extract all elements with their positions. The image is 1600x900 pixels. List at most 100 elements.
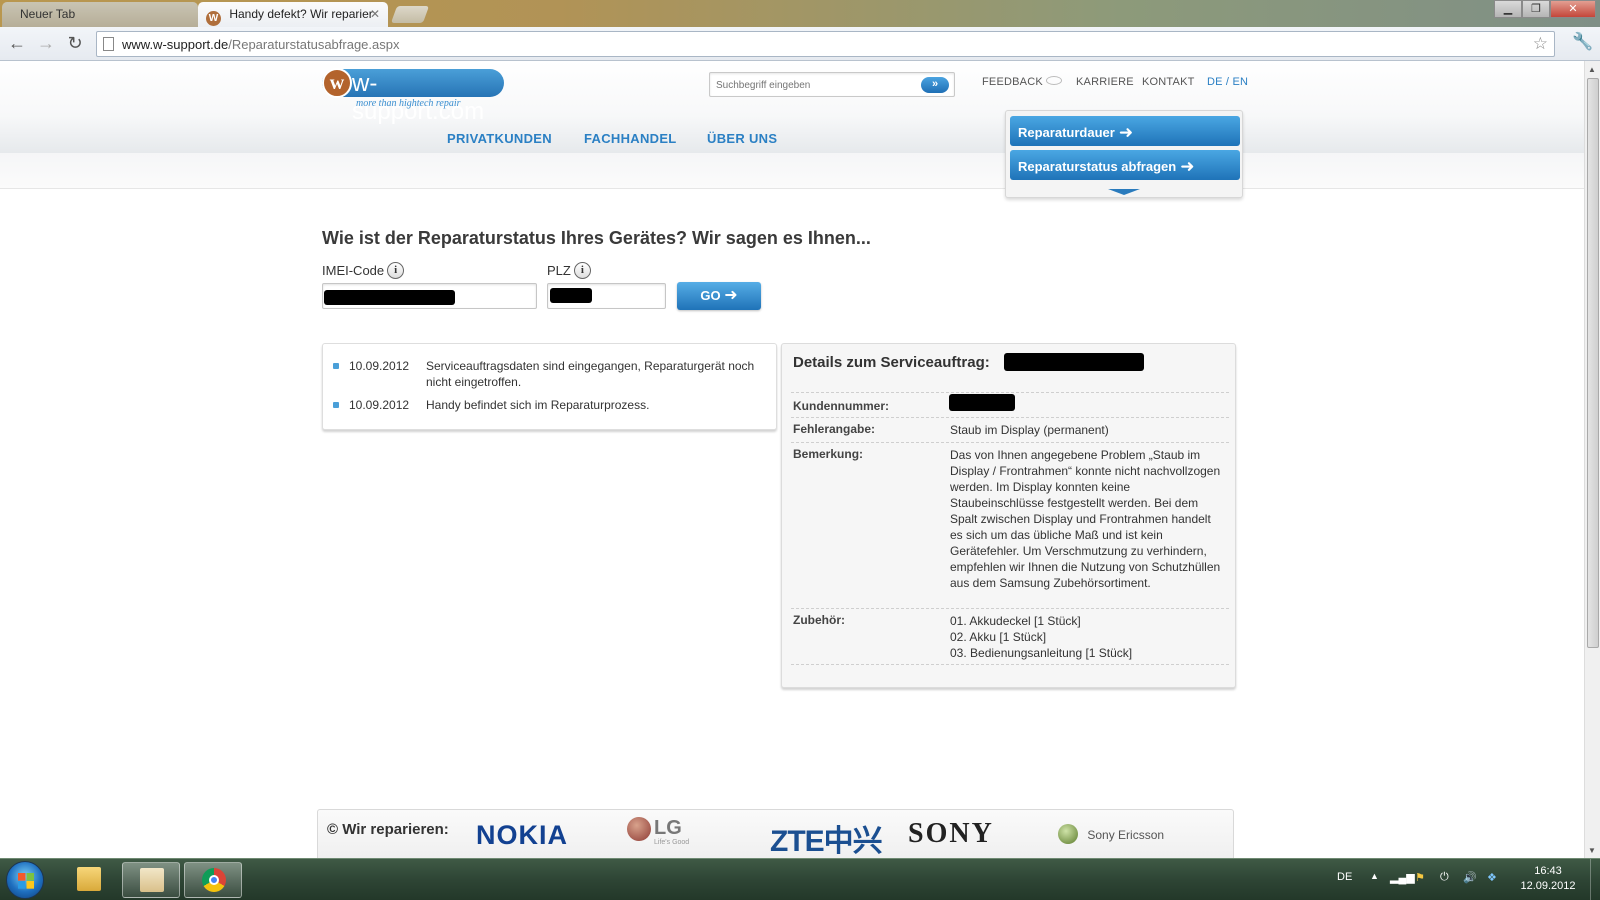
scroll-up-icon[interactable]: ▲: [1588, 65, 1596, 74]
nav-fachhandel[interactable]: FACHHANDEL: [584, 131, 677, 146]
nav-privatkunden[interactable]: PRIVATKUNDEN: [447, 131, 552, 146]
windows-taskbar: DE ▲ ▂▄▆ ⚑ ⏻ 🔊 ❖ 16:43 12.09.2012: [0, 858, 1600, 900]
speech-bubble-icon: [1045, 76, 1062, 85]
detail-row-bemerkung: Bemerkung: Das von Ihnen angegebene Prob…: [791, 442, 1229, 608]
tab-close-icon[interactable]: ✕: [370, 7, 380, 21]
tab-label: Handy defekt? Wir reparier: [229, 7, 373, 21]
wrench-menu-icon[interactable]: 🔧: [1572, 32, 1593, 52]
logo-tagline: more than hightech repair: [356, 98, 461, 109]
bookmark-star-icon[interactable]: ☆: [1533, 34, 1548, 54]
tab-label: Neuer Tab: [20, 7, 76, 21]
close-window-button[interactable]: ✕: [1550, 0, 1596, 18]
power-icon[interactable]: ⏻: [1440, 871, 1449, 884]
redacted-order-number: [1004, 353, 1144, 371]
detail-row-zubehoer: Zubehör: 01. Akkudeckel [1 Stück] 02. Ak…: [791, 608, 1229, 664]
nav-ueber-uns[interactable]: ÜBER UNS: [707, 131, 777, 146]
kontakt-link[interactable]: KONTAKT: [1142, 76, 1195, 88]
w-support-favicon-icon: W: [206, 11, 221, 26]
redacted-value: [550, 288, 592, 303]
page-icon: [103, 37, 114, 51]
browser-titlebar: Neuer Tab W Handy defekt? Wir reparier ✕…: [0, 0, 1600, 27]
sony-logo: SONY: [908, 818, 994, 849]
taskbar-mail[interactable]: [122, 862, 180, 898]
quick-actions-box: Reparaturdauer ➜ Reparaturstatus abfragen…: [1005, 110, 1243, 198]
logo-badge: w: [322, 68, 352, 98]
dropdown-pointer: [1108, 189, 1140, 195]
start-button[interactable]: [6, 861, 44, 899]
tab-active-page[interactable]: W Handy defekt? Wir reparier ✕: [198, 2, 388, 27]
volume-icon[interactable]: 🔊: [1463, 871, 1477, 884]
sony-ericsson-logo: Sony Ericsson: [1058, 824, 1164, 844]
plz-label: PLZ i: [547, 262, 591, 279]
feedback-link[interactable]: FEEDBACK: [982, 76, 1062, 88]
lg-logo: LG Life's Good: [627, 817, 689, 846]
detail-row-fehlerangabe: Fehlerangabe: Staub im Display (permanen…: [791, 417, 1229, 442]
detail-row-kundennummer: Kundennummer:: [791, 392, 1229, 417]
info-icon[interactable]: i: [573, 262, 591, 279]
reload-icon[interactable]: ↻: [63, 32, 87, 56]
sony-ericsson-orb-icon: [1058, 824, 1078, 844]
redacted-value: [324, 290, 455, 305]
network-icon[interactable]: ▂▄▆: [1390, 871, 1415, 884]
dropbox-icon[interactable]: ❖: [1487, 871, 1497, 884]
imei-label: IMEI-Code i: [322, 262, 405, 279]
site-search: »: [709, 72, 955, 97]
brands-label: © Wir reparieren:: [327, 821, 449, 838]
maximize-button[interactable]: ❐: [1522, 0, 1550, 18]
language-switch[interactable]: DE / EN: [1207, 76, 1248, 88]
header-subband: [0, 153, 1584, 189]
arrow-right-icon: ➜: [724, 287, 738, 304]
list-item: 03. Bedienungsanleitung [1 Stück]: [950, 646, 1133, 660]
input-language[interactable]: DE: [1337, 871, 1352, 883]
windows-logo-icon: [18, 873, 34, 889]
show-hidden-icons[interactable]: ▲: [1370, 871, 1379, 881]
lg-face-icon: [627, 817, 651, 841]
new-tab-button[interactable]: [390, 6, 430, 23]
bullet-icon: [333, 402, 339, 408]
arrow-right-icon: ➜: [1118, 123, 1134, 142]
order-details-panel: Details zum Serviceauftrag: Kundennummer…: [781, 343, 1236, 688]
taskbar-chrome[interactable]: [184, 862, 242, 898]
security-icon[interactable]: ⚑: [1415, 871, 1425, 884]
page-scrollbar[interactable]: ▲ ▼: [1584, 61, 1600, 858]
arrow-right-icon: ➜: [1180, 157, 1195, 176]
page-title: Wie ist der Reparaturstatus Ihres Geräte…: [322, 228, 871, 248]
mail-icon: [140, 868, 164, 892]
imei-input[interactable]: [322, 283, 537, 309]
list-item: 02. Akku [1 Stück]: [950, 630, 1047, 644]
bullet-icon: [333, 363, 339, 369]
taskbar-explorer[interactable]: [60, 862, 118, 898]
back-arrow-icon[interactable]: ←: [5, 32, 29, 56]
reparaturstatus-button[interactable]: Reparaturstatus abfragen ➜: [1010, 150, 1240, 180]
forward-arrow-icon[interactable]: →: [34, 32, 58, 56]
karriere-link[interactable]: KARRIERE: [1076, 76, 1134, 88]
minimize-button[interactable]: ▁: [1494, 0, 1522, 18]
plz-input[interactable]: [547, 283, 666, 309]
page-viewport: w w-support.com more than hightech repai…: [0, 61, 1584, 858]
show-desktop-button[interactable]: [1590, 859, 1600, 900]
scrollbar-thumb[interactable]: [1587, 78, 1599, 648]
tab-neuer-tab[interactable]: Neuer Tab: [2, 2, 198, 27]
address-bar[interactable]: www.w-support.de/Reparaturstatusabfrage.…: [96, 31, 1555, 57]
list-item: 01. Akkudeckel [1 Stück]: [950, 614, 1081, 628]
scroll-down-icon[interactable]: ▼: [1588, 846, 1596, 855]
chrome-icon: [202, 868, 226, 892]
brands-strip: © Wir reparieren: NOKIA LG Life's Good Z…: [317, 809, 1234, 858]
url-text: www.w-support.de/Reparaturstatusabfrage.…: [122, 37, 400, 52]
status-timeline: 10.09.2012 Serviceauftragsdaten sind ein…: [322, 343, 777, 430]
search-submit-button[interactable]: »: [921, 77, 949, 93]
zubehoer-list: 01. Akkudeckel [1 Stück] 02. Akku [1 Stü…: [950, 613, 1225, 661]
reparaturdauer-button[interactable]: Reparaturdauer ➜: [1010, 116, 1240, 146]
detail-divider: [791, 664, 1229, 665]
info-icon[interactable]: i: [387, 262, 405, 279]
browser-toolbar: ← → ↻ www.w-support.de/Reparaturstatusab…: [0, 27, 1600, 61]
folder-icon: [77, 867, 101, 891]
site-logo[interactable]: w w-support.com more than hightech repai…: [322, 68, 504, 125]
system-clock[interactable]: 16:43 12.09.2012: [1513, 864, 1583, 894]
zte-logo: ZTE中兴: [770, 825, 883, 858]
details-title: Details zum Serviceauftrag:: [793, 354, 990, 371]
redacted-value: [949, 394, 1015, 411]
nokia-logo: NOKIA: [476, 820, 568, 850]
search-input[interactable]: [716, 77, 916, 93]
go-button[interactable]: GO ➜: [677, 282, 761, 310]
